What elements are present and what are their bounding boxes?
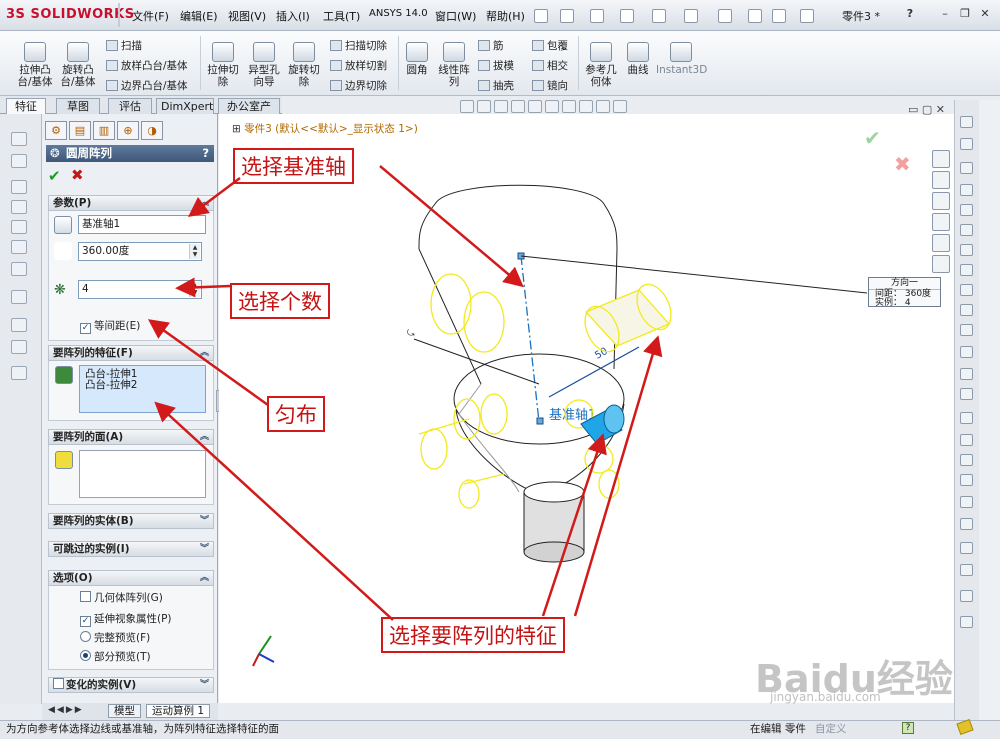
arrow-to-preview-feature — [573, 335, 663, 617]
arrow-to-count-field — [175, 277, 231, 298]
callout-arrows — [147, 165, 663, 621]
trim-icon[interactable] — [960, 412, 973, 424]
status-hint: 为方向参考体选择边线或基准轴，为阵列特征选择特征的面 — [6, 723, 279, 735]
appearances-icon[interactable] — [932, 234, 950, 252]
ellipse-icon[interactable] — [960, 284, 973, 296]
custom-properties-icon[interactable] — [932, 255, 950, 273]
file-explorer-icon[interactable] — [932, 213, 950, 231]
point-icon[interactable] — [960, 346, 973, 358]
right-edge-strip — [979, 100, 1000, 720]
rectangle-icon[interactable] — [960, 184, 973, 196]
linear-sketch-pattern-icon[interactable] — [960, 496, 973, 508]
pattern-tooltip: 方向一 间距： 360度 实例： 4 — [868, 277, 941, 308]
quick-snaps-icon[interactable] — [960, 590, 973, 602]
arrow-to-selected-feature — [541, 433, 607, 617]
circular-sketch-pattern-icon[interactable] — [960, 518, 973, 530]
arrow-to-feature-list — [154, 401, 394, 621]
task-pane-tabs — [932, 150, 954, 280]
smart-dimension-icon[interactable] — [960, 138, 973, 150]
arrow-to-axis-line — [379, 165, 524, 288]
convert-icon[interactable] — [960, 434, 973, 446]
line-icon[interactable] — [960, 162, 973, 174]
text-icon[interactable] — [960, 388, 973, 400]
arc-icon[interactable] — [960, 244, 973, 256]
fillet-sketch-icon[interactable] — [960, 304, 973, 316]
slot-icon[interactable] — [960, 204, 973, 216]
units-dropdown[interactable]: 自定义 — [815, 721, 847, 736]
home-icon[interactable] — [932, 150, 950, 168]
resources-icon[interactable] — [932, 171, 950, 189]
spline-icon[interactable] — [960, 264, 973, 276]
centerline-icon[interactable] — [960, 368, 973, 380]
sketch-icon[interactable] — [960, 116, 973, 128]
tooltip-instances: 实例： 4 — [875, 298, 911, 308]
design-library-icon[interactable] — [932, 192, 950, 210]
repair-icon[interactable] — [960, 564, 973, 576]
mirror-sketch-icon[interactable] — [960, 474, 973, 486]
status-help-icon[interactable]: ? — [902, 722, 914, 734]
status-mode: 在编辑 零件 — [750, 723, 806, 735]
baidu-watermark-url: jingyan.baidu.com — [770, 690, 881, 704]
arrow-to-equal-spacing — [147, 319, 269, 407]
polygon-icon[interactable] — [960, 324, 973, 336]
arrow-to-axis-field — [188, 177, 241, 217]
circle-icon[interactable] — [960, 224, 973, 236]
offset-icon[interactable] — [960, 454, 973, 466]
relations-icon[interactable] — [960, 542, 973, 554]
instant2d-icon[interactable] — [960, 616, 973, 628]
